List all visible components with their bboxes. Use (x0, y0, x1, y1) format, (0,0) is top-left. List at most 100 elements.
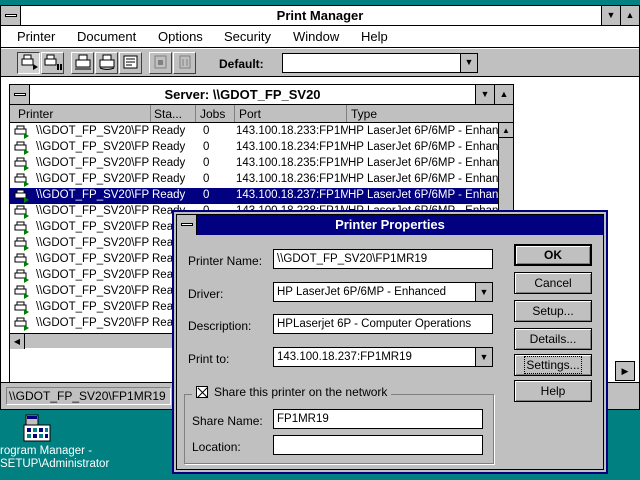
setup-button[interactable]: Setup... (514, 300, 592, 322)
menu-security[interactable]: Security (224, 29, 271, 44)
list-header: Printer Sta... Jobs Port Type (10, 105, 513, 123)
cell-type: HP LaserJet 6P/6MP - Enhanced (348, 173, 498, 185)
share-checkbox-label: Share this printer on the network (214, 385, 388, 399)
column-jobs[interactable]: Jobs (200, 107, 225, 121)
share-name-label: Share Name: (192, 414, 263, 428)
cell-printer: \\GDOT_FP_SV20\FP (36, 237, 150, 249)
scroll-left-icon[interactable]: ◀ (10, 334, 25, 349)
job-pause-icon[interactable] (149, 52, 172, 74)
ok-button[interactable]: OK (514, 244, 592, 266)
driver-value: HP LaserJet 6P/6MP - Enhanced (277, 286, 446, 298)
cell-jobs: 0 (203, 157, 210, 169)
printer-icon (14, 173, 30, 187)
cell-jobs: 0 (203, 173, 210, 185)
cell-type: HP LaserJet 6P/6MP - Enhanced (348, 157, 498, 169)
cell-printer: \\GDOT_FP_SV20\FP (36, 205, 150, 217)
connect-printer-icon[interactable] (71, 52, 94, 74)
share-name-field[interactable]: FP1MR19 (273, 409, 483, 429)
menu-help[interactable]: Help (361, 29, 388, 44)
cell-printer: \\GDOT_FP_SV20\FP (36, 285, 150, 297)
cell-printer: \\GDOT_FP_SV20\FP (36, 301, 150, 313)
chevron-down-icon[interactable]: ▼ (475, 348, 492, 366)
cell-printer: \\GDOT_FP_SV20\FP (36, 221, 150, 233)
printer-name-label: Printer Name: (188, 254, 263, 268)
printer-icon (14, 157, 30, 171)
cell-status: Ready (152, 141, 186, 153)
cell-jobs: 0 (203, 125, 210, 137)
column-printer[interactable]: Printer (18, 107, 53, 121)
cell-type: HP LaserJet 6P/6MP - Enhanced (348, 189, 498, 201)
menu-options[interactable]: Options (158, 29, 203, 44)
cell-printer: \\GDOT_FP_SV20\FP (36, 253, 150, 265)
column-port[interactable]: Port (239, 107, 261, 121)
toolbar: Default: ▼ (1, 49, 639, 77)
server-maximize-button[interactable]: ▲ (494, 85, 513, 104)
cell-printer: \\GDOT_FP_SV20\FP (36, 269, 150, 281)
maximize-button[interactable]: ▲ (620, 6, 639, 25)
menu-document[interactable]: Document (77, 29, 136, 44)
menu-printer[interactable]: Printer (17, 29, 55, 44)
server-minimize-button[interactable]: ▼ (475, 85, 494, 104)
status-text: \\GDOT_FP_SV20\FP1MR19 (9, 389, 166, 403)
details-button[interactable]: Details... (514, 328, 592, 350)
printer-icon (14, 285, 30, 299)
location-field[interactable] (273, 435, 483, 455)
pause-printer-icon[interactable] (41, 52, 64, 74)
description-field[interactable]: HPLaserjet 6P - Computer Operations (273, 314, 493, 334)
settings-button-label: Settings... (524, 356, 582, 374)
server-title-bar[interactable]: Server: \\GDOT_FP_SV20 ▼ ▲ (10, 85, 513, 105)
minimize-button[interactable]: ▼ (601, 6, 620, 25)
chevron-down-icon[interactable]: ▼ (475, 283, 492, 301)
location-label: Location: (192, 440, 241, 454)
cell-printer: \\GDOT_FP_SV20\FP (36, 141, 150, 153)
print-to-select[interactable]: 143.100.18.237:FP1MR19 ▼ (273, 347, 493, 367)
share-checkbox[interactable]: Share this printer on the network (192, 385, 392, 399)
default-printer-combo[interactable]: ▼ (282, 53, 478, 73)
table-row[interactable]: \\GDOT_FP_SV20\FP Ready 0 143.100.18.236:FP… (10, 172, 498, 188)
scroll-up-icon[interactable]: ▲ (499, 123, 513, 138)
printer-icon (14, 125, 30, 139)
printer-icon (14, 317, 30, 331)
table-row[interactable]: \\GDOT_FP_SV20\FP Ready 0 143.100.18.235:FP… (10, 156, 498, 172)
properties-icon[interactable] (119, 52, 142, 74)
cell-jobs: 0 (203, 141, 210, 153)
cell-type: HP LaserJet 6P/6MP - Enhanced (348, 125, 498, 137)
dialog-title-bar[interactable]: Printer Properties (177, 215, 603, 235)
table-row[interactable]: \\GDOT_FP_SV20\FP Ready 0 143.100.18.234:FP… (10, 140, 498, 156)
menu-window[interactable]: Window (293, 29, 339, 44)
table-row[interactable]: \\GDOT_FP_SV20\FP Ready 0 143.100.18.237:FP… (10, 188, 498, 204)
cell-printer: \\GDOT_FP_SV20\FP (36, 189, 150, 201)
share-printer-icon[interactable] (95, 52, 118, 74)
cell-jobs: 0 (203, 189, 210, 201)
printer-icon (14, 301, 30, 315)
cancel-button[interactable]: Cancel (514, 272, 592, 294)
window-title: Print Manager (276, 8, 364, 23)
server-title: Server: \\GDOT_FP_SV20 (164, 87, 321, 102)
program-manager-label: rogram Manager - SETUP\Administrator (0, 445, 120, 471)
cell-status: Ready (152, 189, 186, 201)
scroll-right-icon[interactable]: ▶ (615, 361, 635, 381)
dialog-system-menu-button[interactable] (177, 215, 197, 235)
main-title-bar[interactable]: Print Manager ▼ ▲ (1, 6, 639, 26)
driver-label: Driver: (188, 287, 224, 301)
column-type[interactable]: Type (351, 107, 377, 121)
print-to-value: 143.100.18.237:FP1MR19 (277, 351, 412, 363)
printer-name-field[interactable]: \\GDOT_FP_SV20\FP1MR19 (273, 249, 493, 269)
checkbox-checked-icon[interactable] (196, 386, 208, 398)
settings-button[interactable]: Settings... (514, 354, 592, 376)
cell-printer: \\GDOT_FP_SV20\FP (36, 157, 150, 169)
help-button[interactable]: Help (514, 380, 592, 402)
printer-icon (14, 221, 30, 235)
job-delete-icon[interactable] (173, 52, 196, 74)
driver-select[interactable]: HP LaserJet 6P/6MP - Enhanced ▼ (273, 282, 493, 302)
printer-icon (14, 141, 30, 155)
cell-printer: \\GDOT_FP_SV20\FP (36, 173, 150, 185)
chevron-down-icon[interactable]: ▼ (460, 54, 477, 72)
resume-printer-icon[interactable] (17, 52, 40, 74)
program-manager-icon[interactable] (22, 413, 54, 443)
table-row[interactable]: \\GDOT_FP_SV20\FP Ready 0 143.100.18.233:FP… (10, 124, 498, 140)
cell-status: Ready (152, 157, 186, 169)
dialog-title: Printer Properties (335, 217, 445, 232)
column-status[interactable]: Sta... (154, 107, 182, 121)
print-to-label: Print to: (188, 352, 230, 366)
